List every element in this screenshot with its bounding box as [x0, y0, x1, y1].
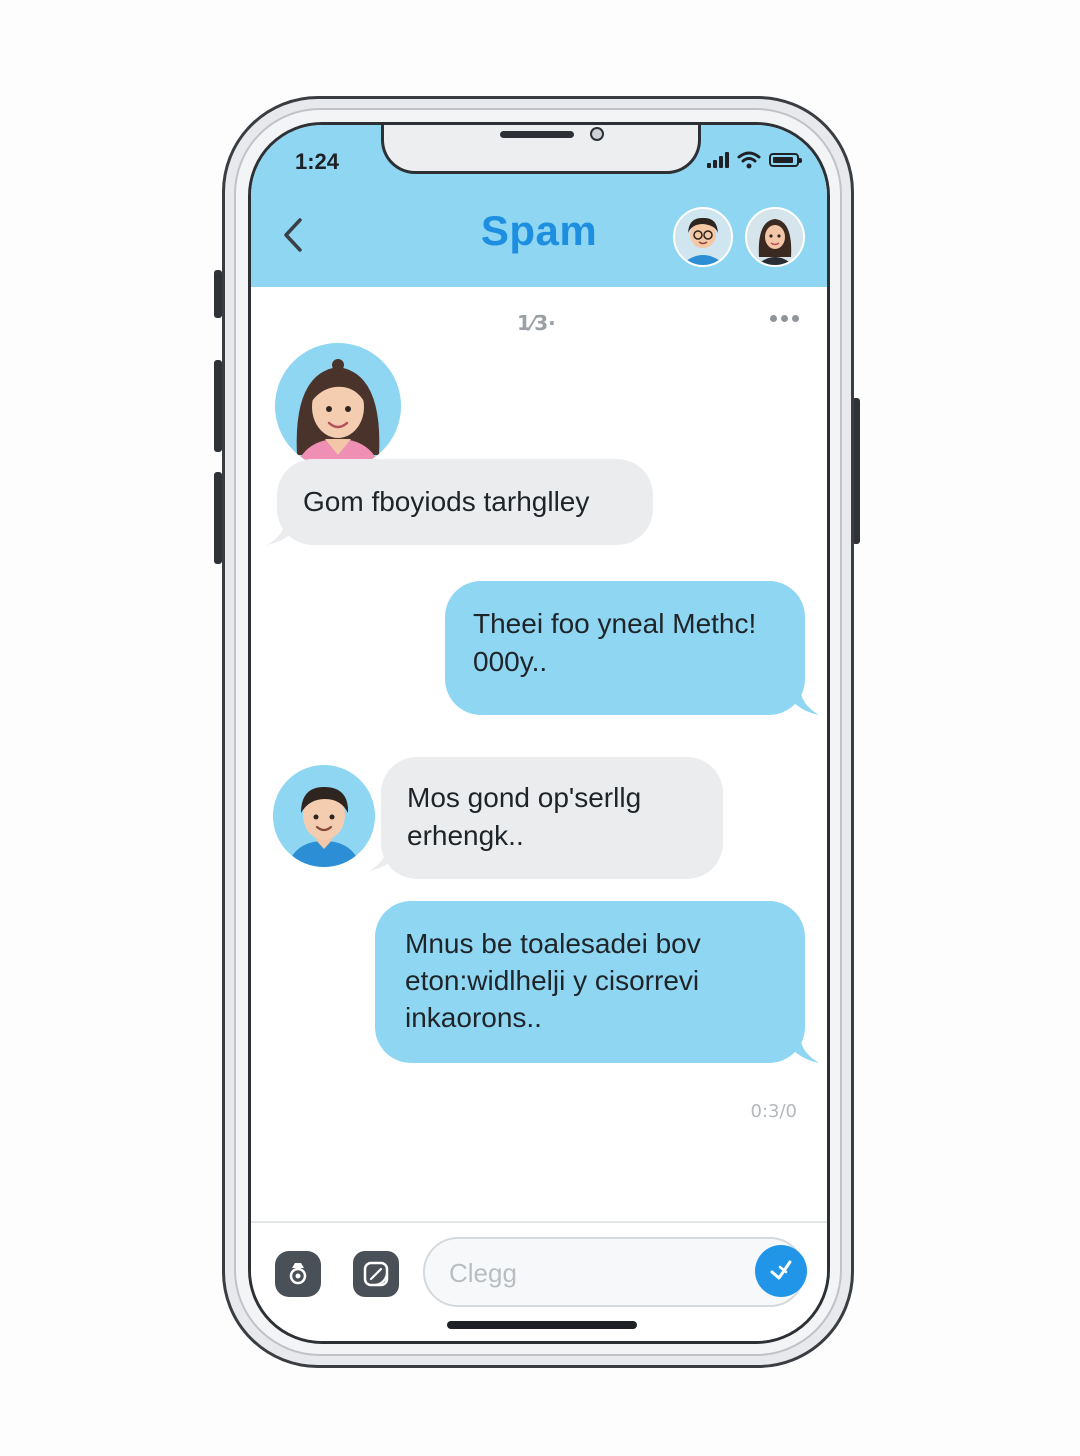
status-time: 1:24 — [295, 149, 340, 174]
message-input[interactable] — [447, 1253, 751, 1293]
message-bubble-incoming[interactable]: Gom fboyiods tarhglley — [277, 459, 653, 545]
battery-icon — [769, 153, 802, 167]
send-icon — [770, 1260, 792, 1280]
avatar[interactable] — [745, 207, 805, 267]
speaker-grille — [500, 131, 574, 138]
front-camera — [590, 127, 604, 141]
camera-button[interactable] — [275, 1251, 321, 1297]
message-text: eton:widlhelji y cisorrevi — [405, 965, 700, 996]
message-bubble-incoming[interactable]: Mos gond op'serllg erhengk.. — [381, 757, 723, 879]
notch — [381, 125, 701, 174]
more-dots-icon — [770, 315, 777, 322]
message-text: Mnus be toalesadei bov — [405, 928, 701, 959]
more-options-button[interactable] — [770, 315, 799, 322]
sticker-button[interactable] — [353, 1251, 399, 1297]
mute-switch[interactable] — [214, 270, 222, 318]
message-text: inkaorons.. — [405, 1002, 542, 1033]
volume-up-button[interactable] — [214, 360, 222, 452]
home-indicator[interactable] — [447, 1321, 637, 1329]
message-text: erhengk.. — [407, 820, 524, 851]
volume-down-button[interactable] — [214, 472, 222, 564]
phone-screen: 1:24 Spam 1⁄3· Gom fboyiods tarhglley Th… — [248, 122, 830, 1344]
sender-avatar[interactable] — [273, 765, 375, 867]
sender-avatar[interactable] — [275, 343, 401, 469]
canvas: 1:24 Spam 1⁄3· Gom fboyiods tarhglley Th… — [0, 0, 1080, 1456]
message-text: Mos gond op'serllg — [407, 782, 642, 813]
camera-icon — [289, 1263, 307, 1285]
sticker-icon — [363, 1261, 389, 1287]
message-text: 000y.. — [473, 646, 548, 677]
message-text: Gom fboyiods tarhglley — [303, 486, 590, 517]
conversation-meta: 1⁄3· — [251, 311, 827, 337]
message-input-field[interactable] — [423, 1237, 805, 1307]
message-timestamp: 0:3/0 — [750, 1101, 798, 1122]
message-text: Theei foo yneal Methc! — [473, 608, 757, 639]
wifi-icon — [737, 151, 761, 169]
send-button[interactable] — [755, 1245, 807, 1297]
status-icons — [707, 151, 802, 169]
chat-header: 1:24 Spam — [251, 125, 827, 287]
avatar[interactable] — [673, 207, 733, 267]
message-bubble-outgoing[interactable]: Mnus be toalesadei bov eton:widlhelji y … — [375, 901, 805, 1063]
participant-avatars[interactable] — [673, 207, 805, 267]
message-bubble-outgoing[interactable]: Theei foo yneal Methc! 000y.. — [445, 581, 805, 715]
conversation-meta-label: 1⁄3· — [517, 311, 556, 335]
cellular-signal-icon — [707, 152, 729, 168]
